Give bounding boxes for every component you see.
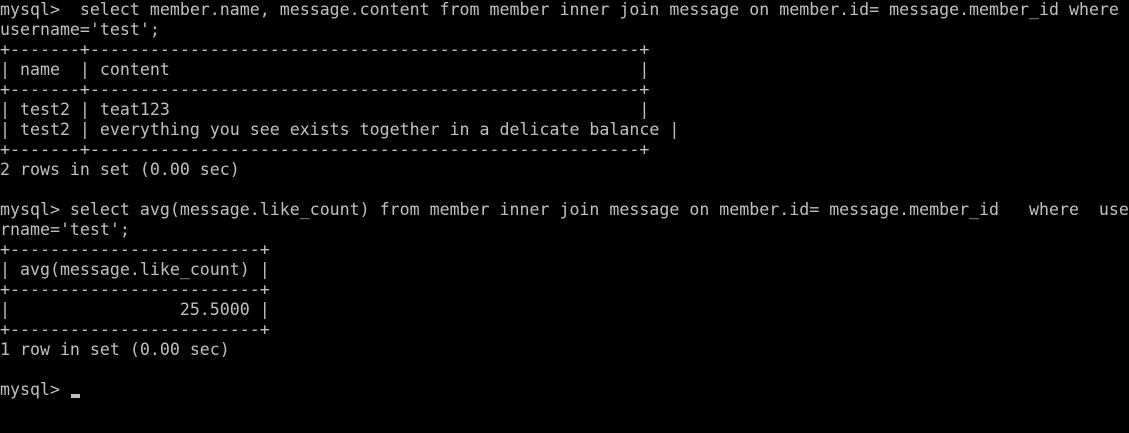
- result1-row-1: | test2 | teat123 |: [0, 100, 650, 119]
- prompt-text: mysql>: [0, 380, 70, 399]
- result1-border-top: +-------+-------------------------------…: [0, 40, 650, 59]
- result2-border-bottom: +-------------------------+: [0, 320, 270, 339]
- result1-row-2: | test2 | everything you see exists toge…: [0, 120, 680, 139]
- result1-border-bottom: +-------+-------------------------------…: [0, 140, 650, 159]
- result2-status: 1 row in set (0.00 sec): [0, 340, 230, 359]
- result2-row-1: | 25.5000 |: [0, 300, 270, 319]
- terminal-window[interactable]: mysql> select member.name, message.conte…: [0, 0, 1129, 433]
- result1-border-header: +-------+-------------------------------…: [0, 80, 650, 99]
- result2-header-row: | avg(message.like_count) |: [0, 260, 270, 279]
- result2-border-top: +-------------------------+: [0, 240, 270, 259]
- terminal-line-query2-part2: rname='test';: [0, 220, 130, 239]
- result1-status: 2 rows in set (0.00 sec): [0, 160, 240, 179]
- prompt-line[interactable]: mysql>: [0, 380, 1129, 400]
- result2-border-header: +-------------------------+: [0, 280, 270, 299]
- terminal-line-query1-part2: username='test';: [0, 20, 160, 39]
- text-cursor: [70, 394, 80, 398]
- terminal-line-query2-part1: mysql> select avg(message.like_count) fr…: [0, 200, 1129, 219]
- result1-header-row: | name | content |: [0, 60, 650, 79]
- terminal-line-query1-part1: mysql> select member.name, message.conte…: [0, 0, 1119, 19]
